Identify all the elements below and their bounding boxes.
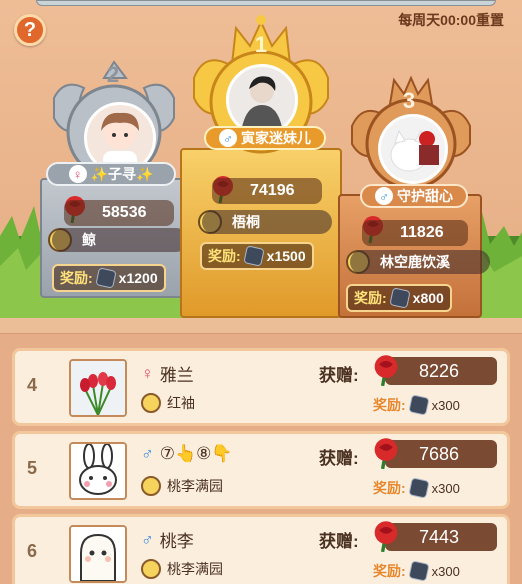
rank-number: 5 [27,458,38,478]
guild-name[interactable]: 桃李满园 [167,559,223,579]
player-name-row: ♂ ⑦👆⑧👇 [141,444,233,464]
reward-label: 奖励: [373,563,406,579]
rank-2-number: 2 [106,62,120,87]
reward-value: x1200 [118,270,158,286]
reward-label: 奖励: [60,270,93,286]
female-icon: ♀ [141,363,154,383]
guild-row: 红袖 [141,393,195,413]
male-icon: ♂ [141,444,154,463]
reward-label: 奖励: [354,290,387,306]
reward-value: x800 [412,290,444,306]
rose-icon [374,438,398,470]
person-avatar-icon [241,76,283,133]
guild-name[interactable]: 红袖 [167,393,195,413]
list-item[interactable]: 6 ♂ 桃李 桃李满园 获赠: 7443 奖励: x300 [12,514,510,584]
list-divider [0,318,522,334]
ghost-avatar-icon [71,527,125,581]
cat-avatar-icon [390,129,439,172]
gem-icon [407,477,430,499]
rank-3-avatar[interactable] [378,114,448,184]
rank-1-name-plate: ♂ 寅家迷妹儿 [204,126,326,150]
received-label: 获赠: [319,366,359,385]
tulip-avatar-icon [71,361,125,415]
rank-2-reward: 奖励: x1200 [52,264,166,292]
rank-1-score: 74196 [212,178,322,204]
reward: 奖励: x300 [373,560,460,582]
reward: 奖励: x300 [373,394,460,416]
guild-row: 桃李满园 [141,476,223,496]
rank-number: 6 [27,541,38,561]
rank-3-reward: 奖励: x800 [346,284,452,312]
gem-icon [388,287,411,309]
male-icon: ♂ [375,187,393,205]
gem-icon [242,245,265,267]
rank-3-score: 11826 [362,220,468,246]
rose-icon [374,521,398,553]
bunny-avatar-icon [71,444,125,498]
received-label: 获赠: [319,449,359,468]
rank-1-reward: 奖励: x1500 [200,242,314,270]
ranking-list[interactable]: 4 ♀ 雅兰 红袖 获赠: 8226 奖励: x300 5 ♂ ⑦👆⑧👇 桃李满… [0,318,522,584]
reward-value: x1500 [266,248,306,264]
list-item[interactable]: 5 ♂ ⑦👆⑧👇 桃李满园 获赠: 7686 奖励: x300 [12,431,510,509]
avatar[interactable] [69,359,127,417]
guild-badge-icon [141,476,161,496]
reward-label: 奖励: [373,480,406,496]
guild-row: 桃李满园 [141,559,223,579]
gem-icon [407,560,430,582]
male-icon: ♂ [219,129,237,147]
guild-badge-icon [141,559,161,579]
guild-badge-icon [141,393,161,413]
reset-time-label: 每周天00:00重置 [398,12,504,28]
reward-value: x300 [431,563,460,579]
rank-1-guild[interactable]: 梧桐 [202,210,332,234]
reward-value: x300 [431,397,460,413]
top-frame-edge [36,0,496,6]
female-icon: ♀ [68,165,87,183]
guild-name[interactable]: 桃李满园 [167,476,223,496]
gem-icon [407,394,430,416]
rank-number: 4 [27,375,38,395]
help-button[interactable]: ? [14,14,46,46]
rank-3-guild[interactable]: 林空鹿饮溪 [350,250,490,274]
rank-3-name[interactable]: 守护甜心 [397,186,453,206]
avatar[interactable] [69,442,127,500]
rank-2-score: 58536 [64,200,174,226]
reward: 奖励: x300 [373,477,460,499]
reward-value: x300 [431,480,460,496]
male-icon: ♂ [141,529,154,549]
rank-2-guild[interactable]: 鲸 [52,228,188,252]
gem-icon [94,267,117,289]
rank-3-number: 3 [402,88,416,113]
player-name[interactable]: 雅兰 [160,361,194,386]
rank-3-name-plate: ♂ 守护甜心 [360,184,468,208]
reward-label: 奖励: [208,248,241,264]
rank-1-name[interactable]: 寅家迷妹儿 [241,128,311,148]
rank-2-name[interactable]: ✨子寻✨ [91,164,154,184]
podium-area: 2 ♀ ✨子寻✨ 58536 鲸 奖励: x1200 1 ♂ 寅家迷妹儿 741… [0,0,522,318]
rose-icon [374,355,398,387]
reward-label: 奖励: [373,397,406,413]
avatar[interactable] [69,525,127,583]
rank-1-number: 1 [254,32,268,57]
list-item[interactable]: 4 ♀ 雅兰 红袖 获赠: 8226 奖励: x300 [12,348,510,426]
player-name-row: ♂ 桃李 [141,527,194,552]
rank-2-name-plate: ♀ ✨子寻✨ [46,162,176,186]
player-name[interactable]: ⑦👆⑧👇 [160,444,233,464]
player-name-row: ♀ 雅兰 [141,361,194,386]
player-name[interactable]: 桃李 [160,527,194,552]
received-label: 获赠: [319,532,359,551]
